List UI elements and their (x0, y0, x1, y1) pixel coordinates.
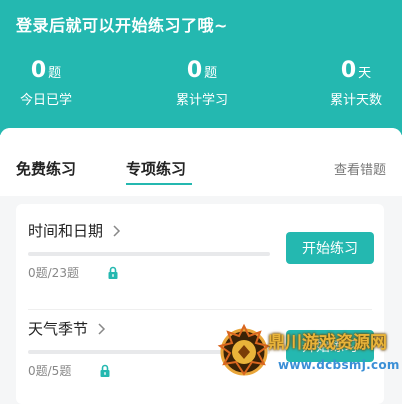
tab-bar: 免费练习 专项练习 查看错题 (0, 128, 402, 196)
progress-bar (28, 252, 270, 256)
stat-value: 0 (30, 58, 47, 83)
stat-total-learned: 0题 累计学习 (170, 58, 234, 108)
question-count: 0题/23题 (28, 266, 79, 280)
stat-label: 累计天数 (329, 93, 382, 108)
count-row: 0题/5题 (28, 362, 111, 379)
view-errors-link[interactable]: 查看错题 (334, 159, 386, 178)
login-prompt[interactable]: 登录后就可以开始练习了哦~ (16, 12, 228, 36)
topic-title-row[interactable]: 时间和日期 (28, 220, 123, 241)
stat-total-days: 0天 累计天数 (325, 58, 387, 108)
lock-icon (100, 364, 110, 377)
list-item[interactable]: 时间和日期 0题/23题 开始练习 (16, 214, 384, 310)
tab-free-practice[interactable]: 免费练习 (16, 158, 76, 179)
stat-today-learned: 0题 今日已学 (16, 58, 76, 108)
topic-title: 天气季节 (28, 320, 89, 338)
topic-title-row[interactable]: 天气季节 (28, 318, 108, 339)
topic-title: 时间和日期 (28, 222, 104, 240)
tab-special-practice[interactable]: 专项练习 (126, 158, 186, 179)
stat-unit: 天 (358, 66, 372, 81)
practice-panel: 免费练习 专项练习 查看错题 时间和日期 0题/23题 开始练习 天气季节 0题… (0, 128, 402, 404)
divider (28, 309, 372, 310)
lock-icon (108, 266, 118, 279)
active-tab-indicator (126, 183, 192, 185)
stat-unit: 题 (48, 66, 62, 81)
list-item[interactable]: 天气季节 0题/5题 开始练习 (16, 312, 384, 394)
question-count: 0题/5题 (28, 364, 72, 378)
header-banner: 登录后就可以开始练习了哦~ 0题 今日已学 0题 累计学习 0天 累计天数 (0, 0, 402, 135)
start-practice-button[interactable]: 开始练习 (286, 330, 374, 362)
start-practice-button[interactable]: 开始练习 (286, 232, 374, 264)
progress-bar (28, 350, 270, 354)
topic-list: 时间和日期 0题/23题 开始练习 天气季节 0题/5题 开始练习 (16, 204, 384, 404)
stat-value: 0 (340, 58, 357, 83)
chevron-right-icon (98, 322, 106, 335)
stat-unit: 题 (204, 66, 218, 81)
stat-value: 0 (186, 58, 203, 83)
chevron-right-icon (113, 224, 121, 237)
stat-label: 今日已学 (19, 93, 72, 108)
stat-label: 累计学习 (175, 93, 228, 108)
count-row: 0题/23题 (28, 264, 119, 281)
